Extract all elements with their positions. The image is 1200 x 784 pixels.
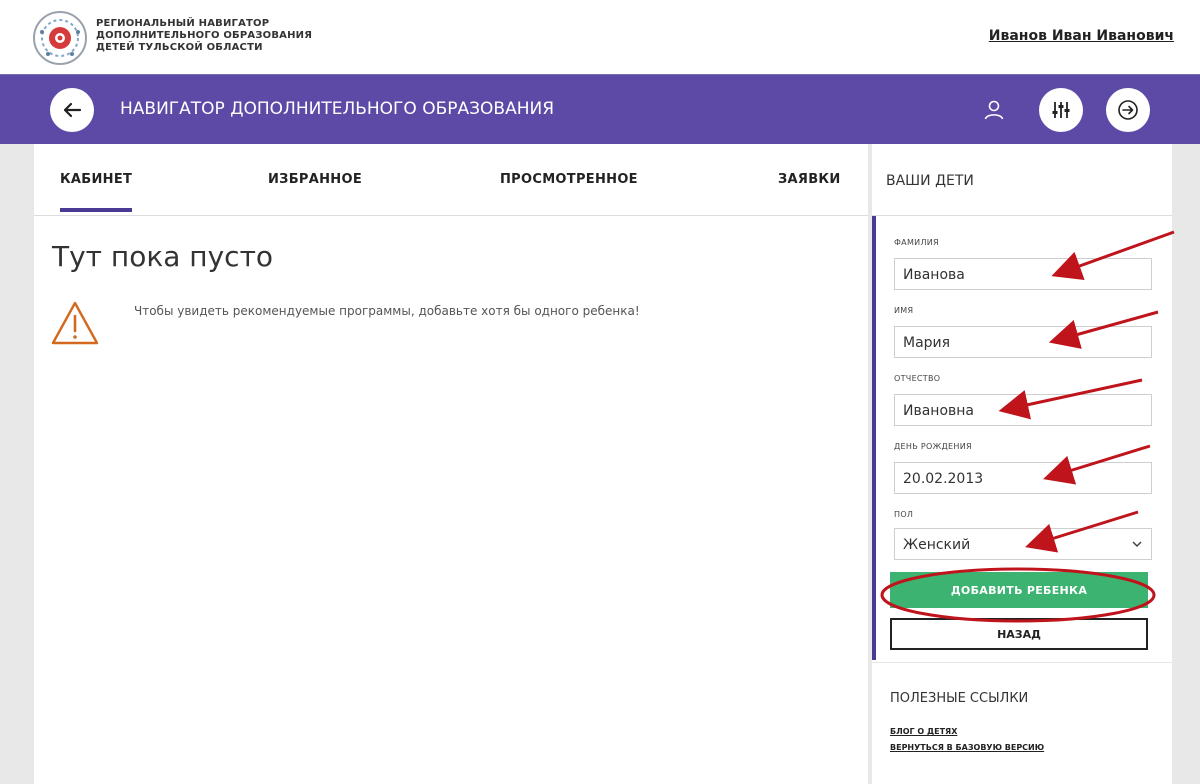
logo-line: ДОПОЛНИТЕЛЬНОГО ОБРАЗОВАНИЯ xyxy=(96,30,313,41)
link-basic-version[interactable]: ВЕРНУТЬСЯ В БАЗОВУЮ ВЕРСИЮ xyxy=(890,743,1044,752)
birthday-input[interactable]: 20.02.2013 xyxy=(894,462,1152,494)
logo-line: ДЕТЕЙ ТУЛЬСКОЙ ОБЛАСТИ xyxy=(96,42,263,53)
user-icon xyxy=(984,100,1004,120)
tab-cabinet[interactable]: КАБИНЕТ xyxy=(60,172,132,187)
logo-text: РЕГИОНАЛЬНЫЙ НАВИГАТОР ДОПОЛНИТЕЛЬНОГО О… xyxy=(96,18,312,54)
back-arrow-icon xyxy=(63,102,82,118)
empty-state-title: Тут пока пусто xyxy=(52,240,274,273)
surname-input[interactable]: Иванова xyxy=(894,258,1152,290)
tab-favorites[interactable]: ИЗБРАННОЕ xyxy=(268,172,362,187)
name-input[interactable]: Мария xyxy=(894,326,1152,358)
profile-button[interactable] xyxy=(974,90,1014,130)
filter-button[interactable] xyxy=(1039,88,1083,132)
exit-arrow-icon xyxy=(1118,100,1138,120)
warning-icon xyxy=(50,300,100,346)
tab-applications[interactable]: ЗАЯВКИ xyxy=(778,172,841,187)
name-label: имя xyxy=(894,306,914,315)
surname-label: фамилия xyxy=(894,238,939,247)
tab-viewed[interactable]: ПРОСМОТРЕННОЕ xyxy=(500,172,638,187)
children-panel-header: ВАШИ ДЕТИ xyxy=(872,144,1172,216)
top-header: РЕГИОНАЛЬНЫЙ НАВИГАТОР ДОПОЛНИТЕЛЬНОГО О… xyxy=(0,0,1200,74)
nav-title: НАВИГАТОР ДОПОЛНИТЕЛЬНОГО ОБРАЗОВАНИЯ xyxy=(120,99,555,119)
birthday-label: день рождения xyxy=(894,442,972,451)
patronymic-label: отчество xyxy=(894,374,941,383)
main-panel: КАБИНЕТ ИЗБРАННОЕ ПРОСМОТРЕННОЕ ЗАЯВКИ Т… xyxy=(34,144,868,784)
back-button[interactable] xyxy=(50,88,94,132)
children-panel: ВАШИ ДЕТИ фамилия Иванова имя Мария отче… xyxy=(872,144,1172,784)
chevron-down-icon xyxy=(1132,541,1142,548)
form-back-button[interactable]: НАЗАД xyxy=(890,618,1148,650)
tab-bar: КАБИНЕТ ИЗБРАННОЕ ПРОСМОТРЕННОЕ ЗАЯВКИ xyxy=(34,144,868,216)
useful-links-title: ПОЛЕЗНЫЕ ССЫЛКИ xyxy=(890,691,1029,706)
logo-line: РЕГИОНАЛЬНЫЙ НАВИГАТОР xyxy=(96,18,270,29)
children-panel-title: ВАШИ ДЕТИ xyxy=(886,173,974,189)
gender-select[interactable]: Женский xyxy=(894,528,1152,560)
gender-select-value: Женский xyxy=(903,537,971,553)
region-logo-icon[interactable] xyxy=(32,10,88,66)
user-name-link[interactable]: Иванов Иван Иванович xyxy=(989,28,1174,44)
nav-bar: НАВИГАТОР ДОПОЛНИТЕЛЬНОГО ОБРАЗОВАНИЯ xyxy=(0,74,1200,144)
active-tab-indicator xyxy=(60,208,132,212)
useful-links: ПОЛЕЗНЫЕ ССЫЛКИ БЛОГ О ДЕТЯХ ВЕРНУТЬСЯ В… xyxy=(872,662,1172,784)
exit-button[interactable] xyxy=(1106,88,1150,132)
warning-text: Чтобы увидеть рекомендуемые программы, д… xyxy=(134,304,640,318)
add-child-button[interactable]: ДОБАВИТЬ РЕБЕНКА xyxy=(890,572,1148,608)
filter-sliders-icon xyxy=(1052,102,1070,118)
link-blog[interactable]: БЛОГ О ДЕТЯХ xyxy=(890,727,957,736)
gender-label: пол xyxy=(894,510,914,519)
patronymic-input[interactable]: Ивановна xyxy=(894,394,1152,426)
